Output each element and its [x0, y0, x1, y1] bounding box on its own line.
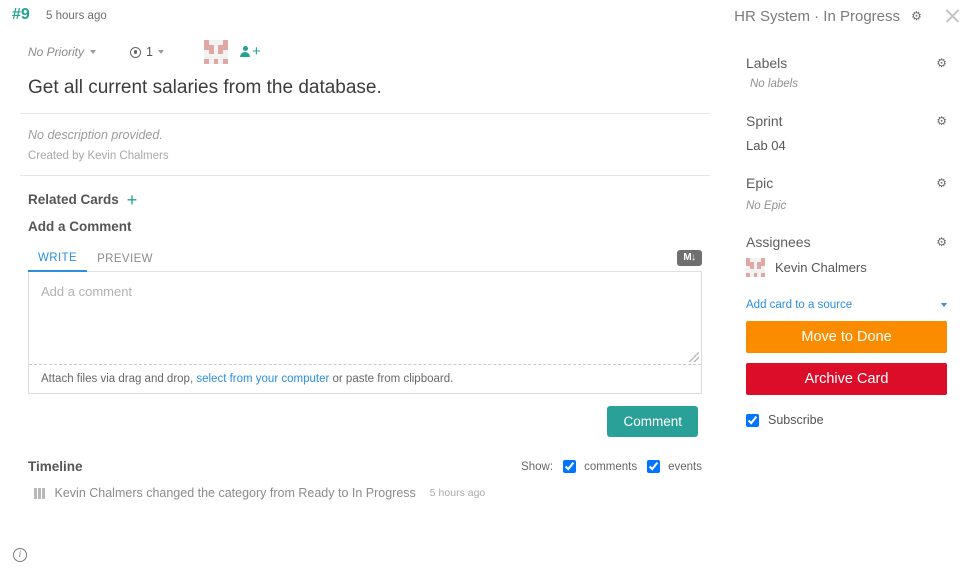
timeline-header: Timeline Show: comments events	[28, 459, 702, 474]
filter-events-checkbox[interactable]	[647, 460, 660, 473]
add-related-card-icon[interactable]: +	[127, 193, 138, 207]
board-breadcrumb: HR System · In Progress	[734, 8, 900, 25]
card-meta-row: No Priority 1 +	[20, 33, 710, 71]
subscribe-checkbox[interactable]	[746, 414, 759, 427]
tab-preview[interactable]: PREVIEW	[87, 253, 163, 271]
gear-icon[interactable]: ⚙	[936, 56, 947, 70]
chevron-down-icon	[158, 50, 164, 54]
related-cards-heading: Related Cards	[28, 192, 119, 207]
avatar[interactable]	[204, 40, 228, 64]
attach-prefix-text: Attach files via drag and drop,	[41, 373, 193, 385]
assignees-heading: Assignees	[746, 234, 811, 250]
move-to-done-button[interactable]: Move to Done	[746, 321, 947, 353]
add-comment-heading: Add a Comment	[20, 207, 710, 234]
gear-icon[interactable]: ⚙	[936, 176, 947, 190]
card-number: #9	[12, 6, 30, 24]
page-title: Get all current salaries from the databa…	[20, 71, 710, 114]
subscribe-label: Subscribe	[768, 413, 824, 427]
sidebar-section-assignees: Assignees ⚙ Kevin Chalmers	[746, 234, 947, 277]
person-icon	[240, 46, 251, 58]
sidebar-section-epic: Epic ⚙ No Epic	[746, 175, 947, 212]
card-sidebar: Labels ⚙ No labels Sprint ⚙ Lab 04 Epic …	[730, 33, 975, 570]
timeline-event-row: Kevin Chalmers changed the category from…	[28, 486, 702, 500]
labels-value: No labels	[746, 78, 947, 90]
add-assignee-button[interactable]: +	[240, 46, 261, 58]
close-icon[interactable]	[941, 5, 963, 27]
markdown-icon[interactable]: M↓	[677, 250, 702, 266]
card-main-panel: No Priority 1 + Get all current salaries…	[0, 33, 730, 570]
gear-icon[interactable]: ⚙	[910, 10, 923, 23]
gear-icon[interactable]: ⚙	[936, 235, 947, 249]
card-timestamp: 5 hours ago	[46, 10, 107, 22]
related-cards-section: Related Cards +	[20, 176, 710, 207]
plus-icon: +	[252, 46, 261, 58]
point-circle-icon	[130, 47, 141, 58]
comment-tabs: WRITE PREVIEW M↓	[28, 246, 702, 272]
timeline-filters: Show: comments events	[521, 460, 702, 473]
add-card-to-source-dropdown[interactable]: Add card to a source	[746, 299, 947, 311]
epic-value: No Epic	[746, 200, 947, 212]
subscribe-row: Subscribe	[746, 413, 947, 427]
card-created-by: Created by Kevin Chalmers	[20, 142, 710, 176]
points-value: 1	[146, 45, 153, 59]
labels-heading: Labels	[746, 55, 787, 71]
timeline-event-time: 5 hours ago	[430, 487, 485, 499]
chevron-down-icon	[90, 50, 96, 54]
comment-editor: Add a comment Attach files via drag and …	[28, 272, 702, 394]
filter-comments-checkbox[interactable]	[563, 460, 576, 473]
timeline-heading: Timeline	[28, 459, 83, 474]
priority-dropdown[interactable]: No Priority	[28, 45, 96, 59]
comment-submit-row: Comment	[20, 406, 698, 437]
card-header: #9 5 hours ago HR System · In Progress ⚙	[0, 0, 975, 33]
gear-icon[interactable]: ⚙	[936, 114, 947, 128]
comment-submit-button[interactable]: Comment	[607, 406, 698, 437]
header-right-group: HR System · In Progress ⚙	[734, 5, 963, 27]
info-circle-icon[interactable]: i	[13, 548, 27, 562]
attach-files-bar: Attach files via drag and drop, select f…	[29, 364, 701, 393]
bars-icon	[34, 488, 45, 499]
filter-comments-label: comments	[584, 461, 637, 473]
resize-handle-icon[interactable]	[689, 352, 699, 362]
sprint-heading: Sprint	[746, 113, 783, 129]
select-file-link[interactable]: select from your computer	[196, 373, 329, 385]
avatar	[746, 258, 765, 277]
timeline-event-text: Kevin Chalmers changed the category from…	[55, 486, 416, 500]
sprint-value: Lab 04	[746, 138, 947, 153]
chevron-down-icon	[941, 303, 947, 307]
attach-suffix-text: or paste from clipboard.	[333, 373, 454, 385]
assignee-item[interactable]: Kevin Chalmers	[746, 258, 947, 277]
show-label: Show:	[521, 461, 553, 473]
filter-events-label: events	[668, 461, 702, 473]
comment-input[interactable]: Add a comment	[29, 272, 701, 364]
assignee-name: Kevin Chalmers	[775, 260, 867, 275]
card-description[interactable]: No description provided.	[20, 114, 710, 142]
archive-card-button[interactable]: Archive Card	[746, 363, 947, 395]
epic-heading: Epic	[746, 175, 773, 191]
story-points-dropdown[interactable]: 1	[130, 45, 164, 59]
sidebar-section-sprint: Sprint ⚙ Lab 04	[746, 113, 947, 153]
sidebar-section-labels: Labels ⚙ No labels	[746, 55, 947, 90]
tab-write[interactable]: WRITE	[28, 252, 87, 272]
priority-label: No Priority	[28, 45, 84, 59]
add-source-label: Add card to a source	[746, 299, 852, 311]
